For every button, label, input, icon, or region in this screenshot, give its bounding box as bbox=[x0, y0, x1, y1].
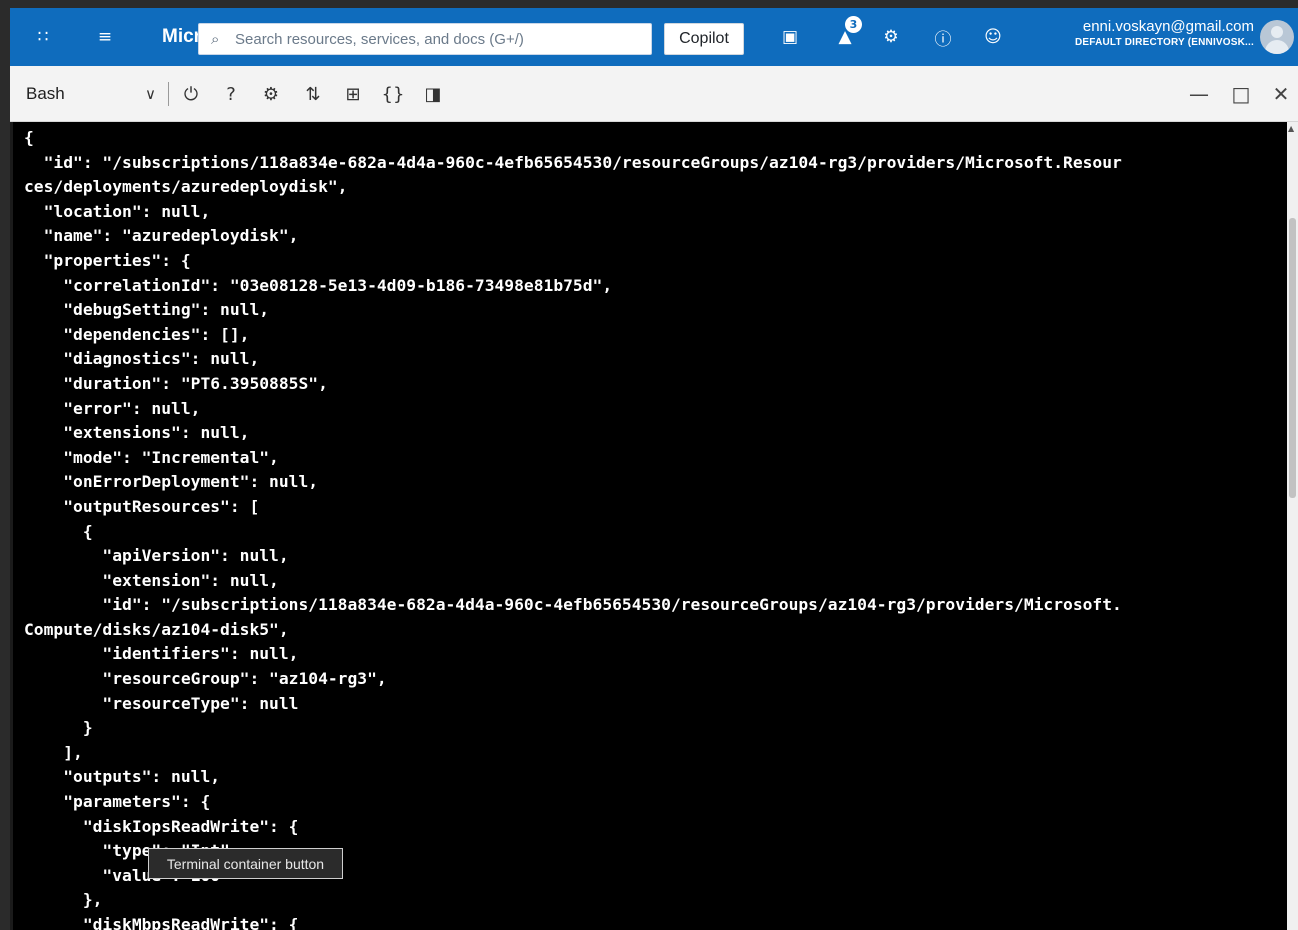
grid-icon[interactable]: ∷ bbox=[28, 22, 58, 52]
copilot-button[interactable]: Copilot bbox=[664, 23, 744, 55]
search-input[interactable] bbox=[233, 29, 637, 49]
shell-type-label: Bash bbox=[26, 84, 65, 103]
power-icon[interactable]: ⏻ bbox=[176, 78, 206, 110]
help-icon[interactable]: ⓘ bbox=[928, 22, 958, 52]
cloud-shell-toolbar: Bash ∨ ⏻ ? ⚙ ⇅ ⊞ {} ◨ — □ ✕ bbox=[10, 66, 1298, 122]
window-frame-top bbox=[0, 0, 1298, 8]
scroll-up-icon[interactable]: ▲ bbox=[1288, 124, 1294, 133]
web-preview-icon[interactable]: ◨ bbox=[418, 78, 448, 110]
chevron-down-icon: ∨ bbox=[145, 85, 156, 103]
avatar-body bbox=[1265, 40, 1289, 54]
window-frame-left bbox=[0, 0, 10, 930]
account-menu[interactable]: enni.voskayn@gmail.com DEFAULT DIRECTORY… bbox=[1046, 18, 1254, 48]
user-directory: DEFAULT DIRECTORY (ENNIVOSK... bbox=[1075, 37, 1254, 48]
feedback-icon[interactable]: ☺ bbox=[978, 22, 1008, 52]
cloud-shell-icon[interactable]: ▣ bbox=[775, 22, 805, 52]
notification-badge: 3 bbox=[845, 16, 862, 33]
avatar-head bbox=[1271, 26, 1283, 38]
terminal-output[interactable]: { "id": "/subscriptions/118a834e-682a-4d… bbox=[13, 122, 1287, 930]
close-icon[interactable]: ✕ bbox=[1264, 78, 1298, 110]
terminal-text: { "id": "/subscriptions/118a834e-682a-4d… bbox=[24, 128, 1122, 930]
menu-icon[interactable]: ≡ bbox=[90, 22, 120, 52]
user-email: enni.voskayn@gmail.com bbox=[1082, 18, 1254, 35]
search-icon: ⌕ bbox=[211, 30, 220, 48]
avatar[interactable] bbox=[1260, 20, 1294, 54]
tooltip: Terminal container button bbox=[148, 848, 343, 879]
shell-type-dropdown[interactable]: Bash ∨ bbox=[22, 78, 160, 110]
portal-brand[interactable]: Micr bbox=[162, 26, 201, 48]
settings-icon[interactable]: ⚙ bbox=[876, 22, 906, 52]
upload-download-icon[interactable]: ⇅ bbox=[298, 78, 328, 110]
scrollbar-thumb[interactable] bbox=[1289, 218, 1296, 498]
toolbar-divider bbox=[168, 82, 169, 106]
minimize-icon[interactable]: — bbox=[1182, 78, 1216, 110]
editor-icon[interactable]: {} bbox=[378, 78, 408, 110]
terminal-scrollbar[interactable]: ▲ bbox=[1287, 122, 1298, 930]
help-icon[interactable]: ? bbox=[216, 78, 246, 110]
maximize-icon[interactable]: □ bbox=[1224, 78, 1258, 110]
settings-icon[interactable]: ⚙ bbox=[256, 78, 286, 110]
bell-icon[interactable]: ▲ 3 bbox=[830, 16, 862, 52]
azure-top-bar: ∷ ≡ Micr ⌕ Copilot ▣ ▲ 3 ⚙ ⓘ ☺ enni.vosk… bbox=[10, 8, 1298, 76]
search-box[interactable]: ⌕ bbox=[198, 23, 652, 55]
new-session-icon[interactable]: ⊞ bbox=[338, 78, 368, 110]
